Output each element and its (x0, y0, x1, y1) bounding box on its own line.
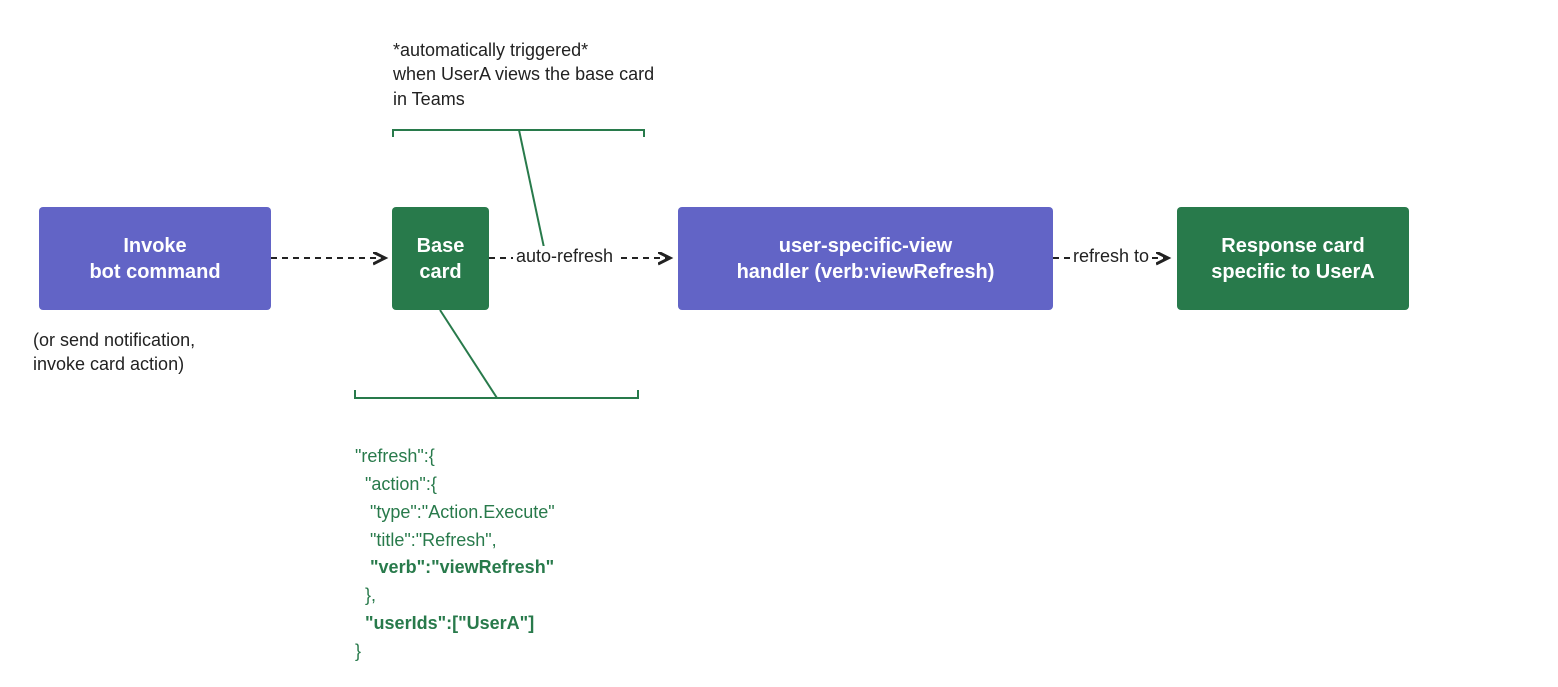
code-l2: "action":{ (355, 474, 437, 494)
arrow-label-auto-refresh: auto-refresh (513, 246, 616, 267)
top-caption-line3: in Teams (393, 87, 654, 111)
code-block: "refresh":{ "action":{ "type":"Action.Ex… (355, 415, 555, 666)
code-l7a (355, 613, 365, 633)
code-l1: "refresh":{ (355, 446, 435, 466)
invoke-sub-line1: (or send notification, (33, 328, 195, 352)
invoke-line1: Invoke (89, 233, 220, 259)
code-l5a (355, 557, 370, 577)
top-caption: *automatically triggered* when UserA vie… (393, 38, 654, 111)
response-line2: specific to UserA (1211, 259, 1374, 285)
code-l5b: "verb":"viewRefresh" (370, 557, 554, 577)
arrow-label-refresh-to: refresh to (1070, 246, 1152, 267)
code-l8: } (355, 641, 361, 661)
invoke-sub-caption: (or send notification, invoke card actio… (33, 328, 195, 377)
code-l7b: "userIds":["UserA"] (365, 613, 534, 633)
base-line1: Base (417, 233, 465, 259)
response-box: Response card specific to UserA (1177, 207, 1409, 310)
handler-line1: user-specific-view (737, 233, 995, 259)
code-l6: }, (355, 585, 376, 605)
handler-box: user-specific-view handler (verb:viewRef… (678, 207, 1053, 310)
invoke-line2: bot command (89, 259, 220, 285)
invoke-box: Invoke bot command (39, 207, 271, 310)
response-line1: Response card (1211, 233, 1374, 259)
diagram-overlay (0, 0, 1558, 687)
base-line2: card (417, 259, 465, 285)
top-caption-line1: *automatically triggered* (393, 38, 654, 62)
top-caption-line2: when UserA views the base card (393, 62, 654, 86)
code-l3: "type":"Action.Execute" (355, 502, 555, 522)
base-card-box: Base card (392, 207, 489, 310)
code-l4: "title":"Refresh", (355, 530, 497, 550)
handler-line2: handler (verb:viewRefresh) (737, 259, 995, 285)
invoke-sub-line2: invoke card action) (33, 352, 195, 376)
